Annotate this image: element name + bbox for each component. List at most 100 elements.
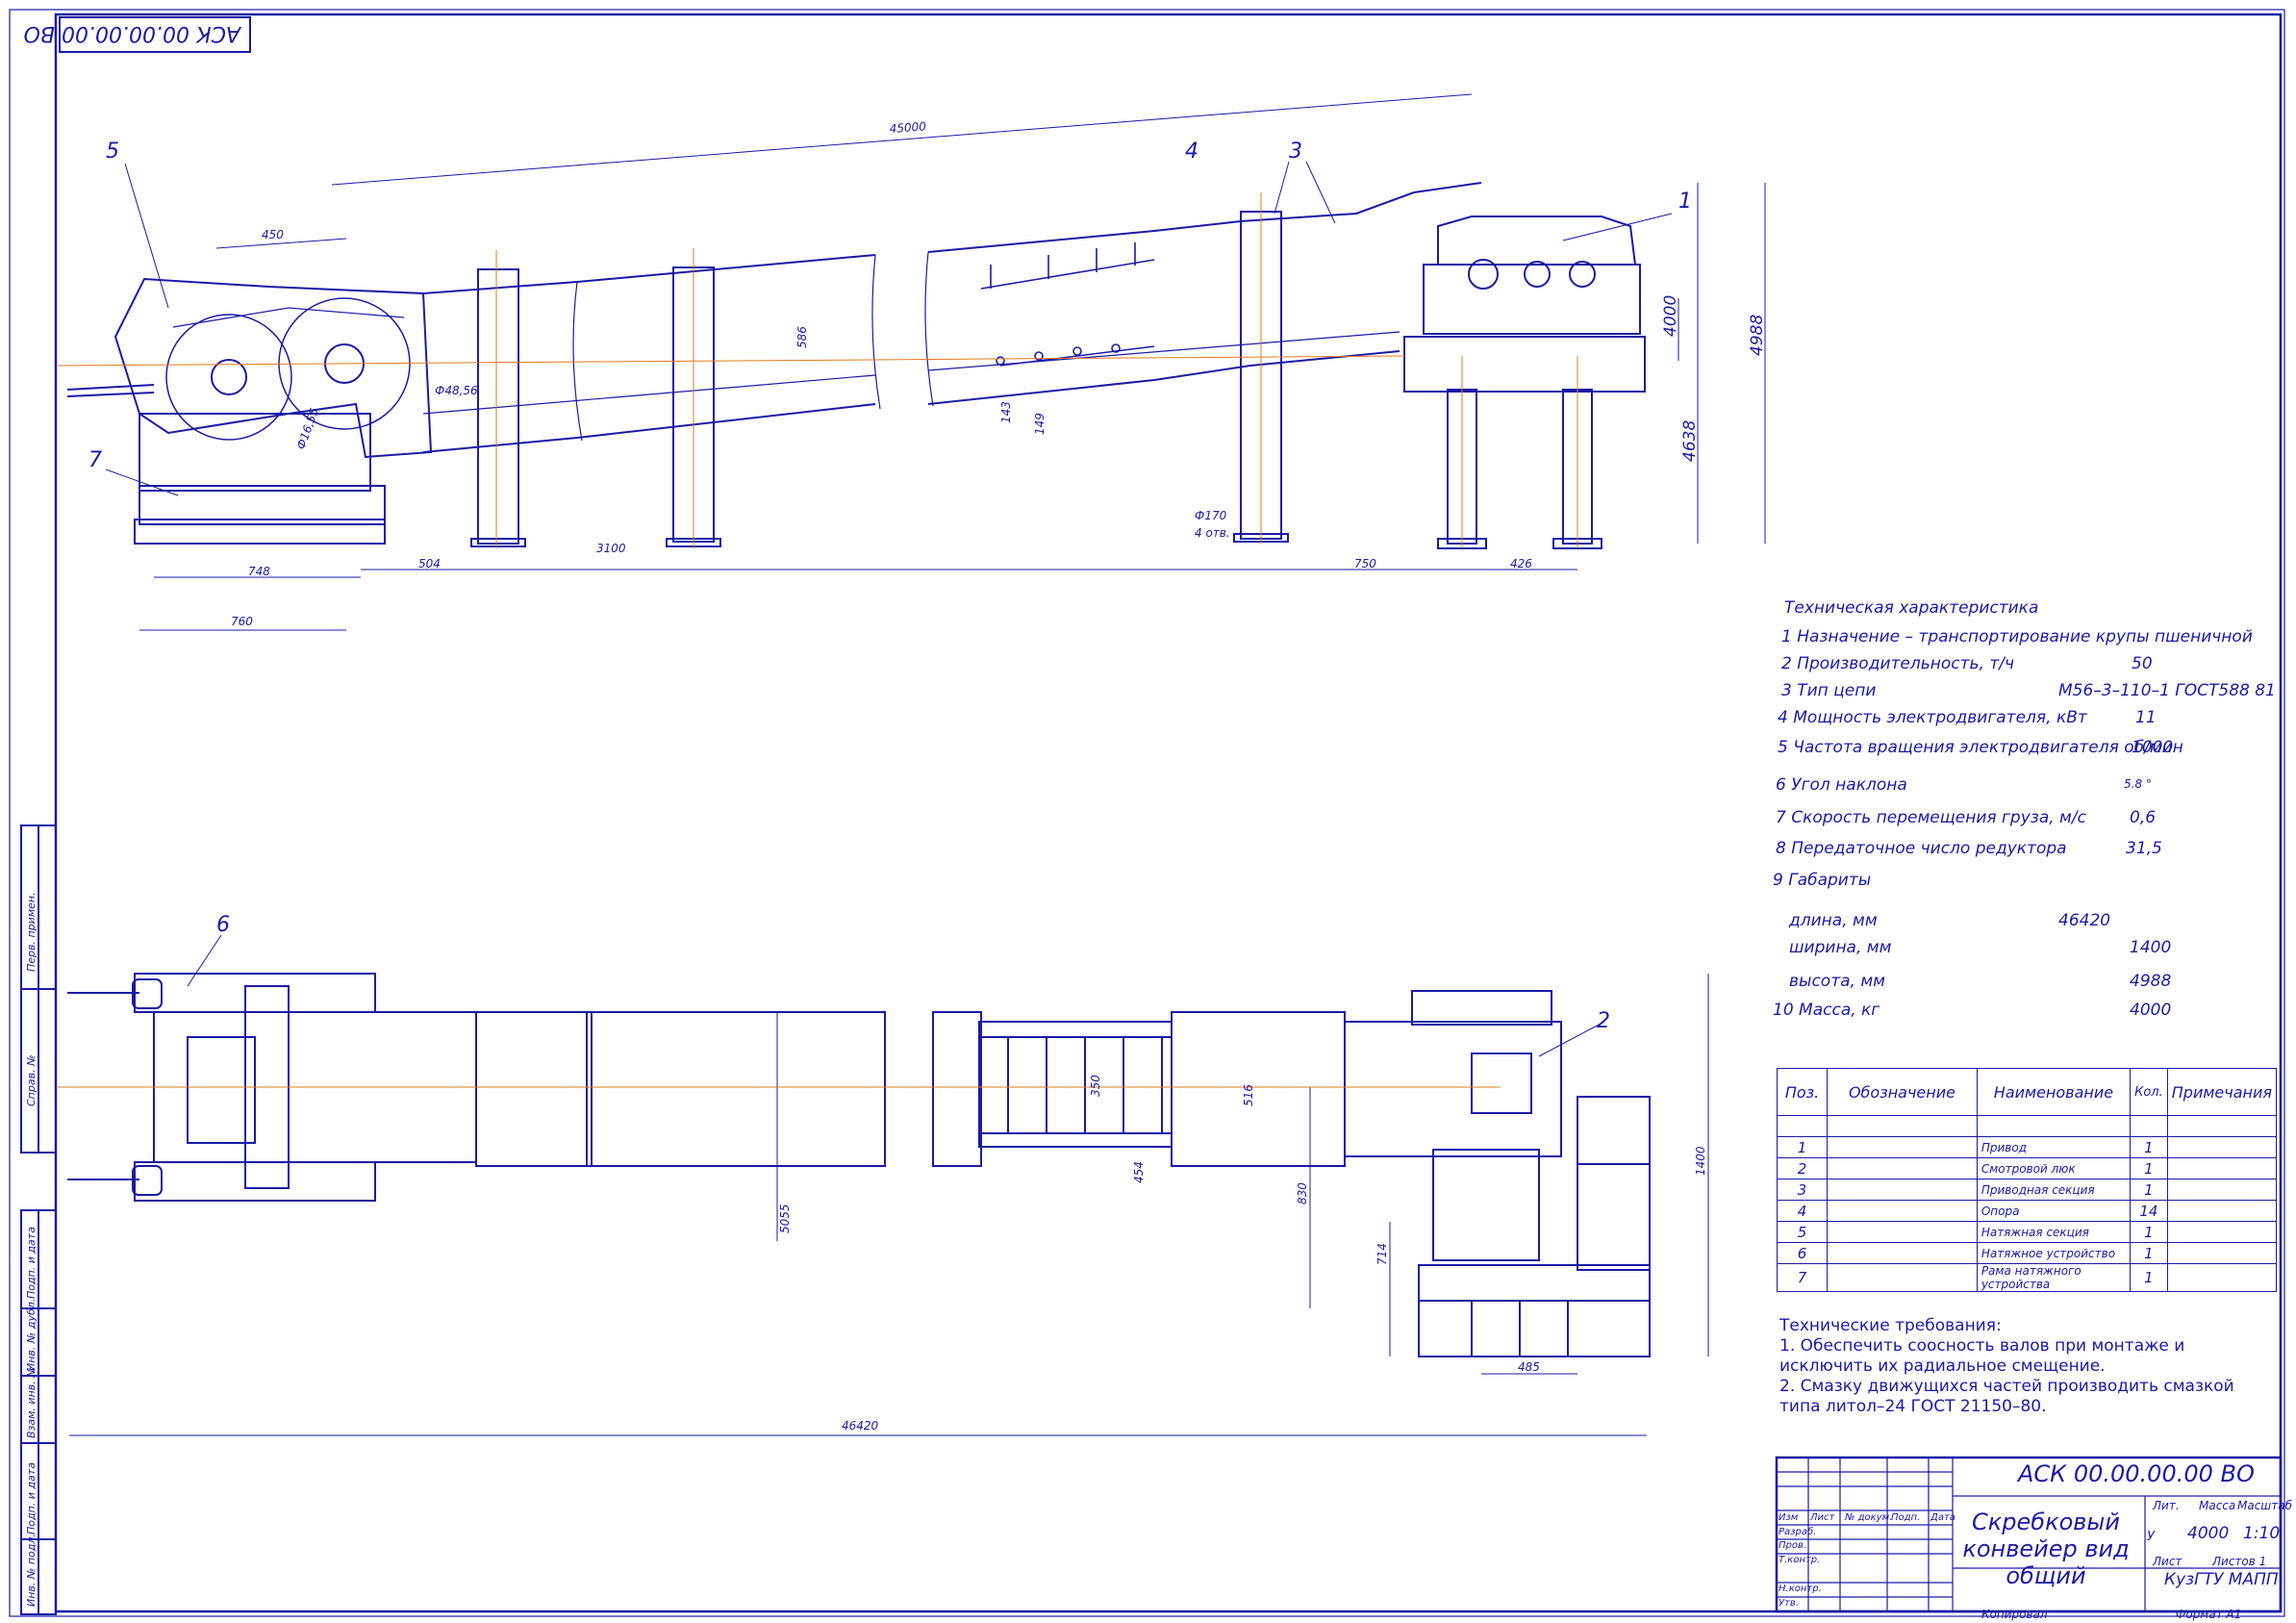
tb-lit: У [2147, 1530, 2155, 1544]
stamp-vzam-inv: Взам. инв. № [25, 1366, 38, 1438]
req-title: Технические требования: [1779, 1316, 2002, 1335]
bom-row [1776, 1115, 2278, 1137]
bom-row: 6 Натяжное устройство 1 [1776, 1242, 2278, 1264]
tb-role-razrab: Разраб. [1779, 1527, 1817, 1537]
mass-label: 10 Масса, кг [1773, 1001, 1880, 1020]
dim-170: Ф170 [1195, 509, 1227, 522]
tb-org: КузГТУ МАПП [2164, 1570, 2279, 1589]
bom-h-pos: Поз. [1776, 1068, 1829, 1116]
tech-requirements: Технические требования: 1. Обеспечить со… [1779, 1316, 2260, 1417]
req-line-1: 1. Обеспечить соосность валов при монтаж… [1779, 1336, 2185, 1376]
spec-row-2: 2 Производительность, т/ч [1781, 654, 2015, 673]
spec-row-5: 5 Частота вращения электродвигателя об/м… [1778, 738, 2183, 757]
tb-lit-label: Лит. [2153, 1499, 2180, 1512]
top-drawing-code: АСК 00.00.00.00 ВО [24, 21, 242, 45]
tb-role-prov: Пров. [1779, 1540, 1807, 1551]
spec-row-6: 6 Угол наклона [1776, 775, 1907, 795]
dim-714: 714 [1375, 1243, 1389, 1265]
dim-143: 143 [999, 401, 1013, 423]
spec-val-2: 50 [2132, 654, 2153, 673]
stamp-inv-podl: Инв. № подл. [25, 1534, 38, 1607]
dim-350: 350 [1089, 1075, 1102, 1097]
tb-format: Формат А1 [2176, 1608, 2242, 1621]
callout-2: 2 [1597, 1009, 1610, 1033]
dim-586: 586 [795, 326, 809, 348]
bom-header-row: Поз. Обозначение Наименование Кол. Приме… [1776, 1068, 2278, 1116]
spec-val-6: 5.8 ° [2124, 777, 2152, 791]
spec-val-8: 31,5 [2126, 839, 2162, 858]
stamp-sprav-no: Справ. № [25, 1054, 38, 1106]
dim-46420: 46420 [842, 1419, 879, 1433]
plan-dimension-lines [69, 974, 1709, 1436]
drive-unit-side [1403, 216, 1646, 549]
spec-row-3: 3 Тип цепи [1781, 681, 1877, 700]
tb-sheets-label: Листов 1 [2212, 1555, 2267, 1568]
spec-val-4: 11 [2135, 708, 2157, 727]
bom-h-designation: Обозначение [1827, 1068, 1978, 1116]
bom-row: 3 Приводная секция 1 [1776, 1179, 2278, 1201]
callout-3: 3 [1289, 139, 1302, 164]
callout-4: 4 [1185, 139, 1198, 164]
dim-3100: 3100 [596, 542, 626, 555]
dim-760: 760 [231, 615, 253, 628]
dim-454: 454 [1132, 1161, 1146, 1183]
dim-748: 748 [248, 565, 270, 578]
callout-1: 1 [1678, 190, 1692, 214]
mass-value: 4000 [2130, 1001, 2172, 1020]
spec-val-5: 1000 [2132, 738, 2174, 757]
dim-426: 426 [1510, 557, 1532, 571]
dim-750: 750 [1354, 557, 1376, 571]
bom-h-qty: Кол. [2130, 1068, 2168, 1116]
gabarit-length-label: длина, мм [1789, 911, 1878, 930]
dim-4988: 4988 [1748, 315, 1767, 356]
chain-scrapers-side [980, 242, 1155, 367]
tb-col-dokum: № докум. [1845, 1512, 1893, 1523]
gabarit-width-label: ширина, мм [1789, 938, 1892, 957]
bom-h-name: Наименование [1976, 1068, 2132, 1116]
dim-48-56: Ф48,56 [435, 384, 478, 397]
stamp-perv-primen: Перв. примен. [25, 892, 38, 972]
side-dimension-lines [139, 93, 1766, 631]
tb-col-izm: Изм [1779, 1512, 1799, 1523]
tb-mass-label: Масса [2199, 1499, 2236, 1512]
bom-h-notes: Примечания [2166, 1068, 2278, 1116]
tb-role-tkontr: Т.контр. [1779, 1555, 1821, 1565]
tension-section-side [66, 277, 433, 545]
bom-row: 5 Натяжная секция 1 [1776, 1221, 2278, 1243]
callout-6: 6 [216, 913, 230, 937]
dim-1400: 1400 [1694, 1146, 1707, 1176]
tb-col-list: Лист [1810, 1512, 1835, 1523]
title-block-code: АСК 00.00.00.00 ВО [2018, 1460, 2255, 1487]
tb-col-podp: Подп. [1891, 1512, 1921, 1523]
dim-45000: 45000 [889, 119, 926, 136]
dim-830: 830 [1296, 1182, 1309, 1205]
spec-row-4: 4 Мощность электродвигателя, кВт [1778, 708, 2087, 727]
center-lines-side [57, 192, 1578, 548]
dim-5055: 5055 [778, 1204, 792, 1233]
tb-copied: Копировал [1981, 1608, 2048, 1621]
tb-scale-label: Масштаб [2237, 1499, 2293, 1512]
tb-role-nkontr: Н.контр. [1779, 1584, 1822, 1594]
req-line-2: 2. Смазку движущихся частей производить … [1779, 1377, 2234, 1416]
spec-title: Техническая характеристика [1784, 598, 2039, 618]
dim-4000: 4000 [1661, 295, 1680, 337]
bom-row: 2 Смотровой люк 1 [1776, 1157, 2278, 1179]
bom-table: Поз. Обозначение Наименование Кол. Приме… [1776, 1068, 2278, 1292]
dim-516: 516 [1242, 1084, 1255, 1106]
title-block-name: Скребковый конвейер вид общий [1962, 1509, 2130, 1589]
tb-role-utv: Утв. [1779, 1598, 1799, 1609]
tb-scale: 1:10 [2243, 1524, 2281, 1543]
bom-row: 7 Рама натяжного устройства 1 [1776, 1263, 2278, 1292]
spec-row-9: 9 Габариты [1773, 871, 1872, 890]
stamp-inv-dubl: Инв. № дубл. [25, 1299, 38, 1371]
tb-mass: 4000 [2187, 1524, 2230, 1543]
callout-5: 5 [106, 139, 119, 164]
tb-sheet-label: Лист [2153, 1555, 2182, 1568]
spec-row-8: 8 Передаточное число редуктора [1776, 839, 2067, 858]
bom-row: 4 Опора 14 [1776, 1200, 2278, 1222]
stamp-podp-data-2: Подп. и дата [25, 1462, 38, 1534]
spec-row-1: 1 Назначение – транспортирование крупы п… [1781, 627, 2253, 647]
dim-485: 485 [1518, 1360, 1540, 1374]
callout-7: 7 [88, 448, 102, 472]
drive-plan [1411, 990, 1651, 1357]
